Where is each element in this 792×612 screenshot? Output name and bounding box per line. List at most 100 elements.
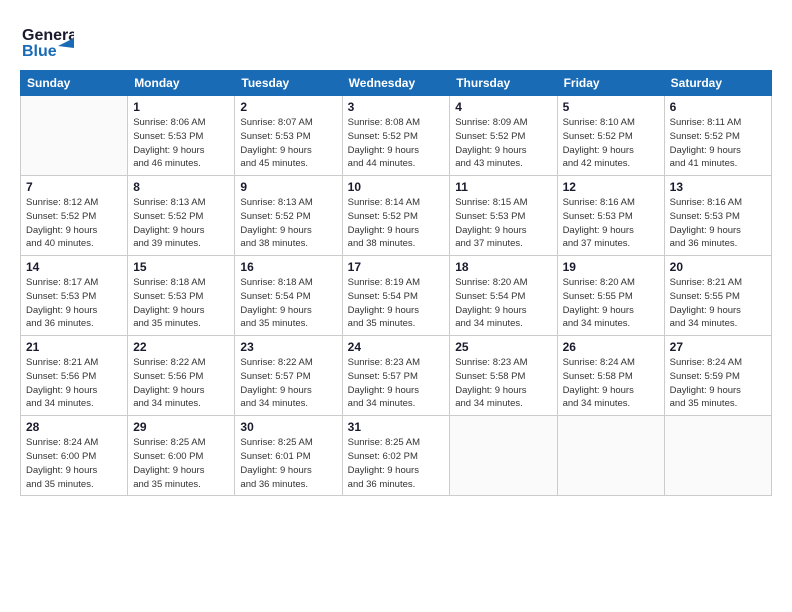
calendar-cell: 23 Sunrise: 8:22 AMSunset: 5:57 PMDayligh… (235, 336, 342, 416)
calendar-cell: 28 Sunrise: 8:24 AMSunset: 6:00 PMDayligh… (21, 416, 128, 496)
day-info: Sunrise: 8:15 AMSunset: 5:53 PMDaylight:… (455, 196, 551, 251)
page: General Blue SundayMondayTuesdayWednesda… (0, 0, 792, 612)
header: General Blue (20, 18, 772, 62)
day-number: 15 (133, 260, 229, 274)
day-info: Sunrise: 8:21 AMSunset: 5:55 PMDaylight:… (670, 276, 766, 331)
calendar-cell: 4Sunrise: 8:09 AMSunset: 5:52 PMDaylight… (450, 96, 557, 176)
day-number: 27 (670, 340, 766, 354)
day-info: Sunrise: 8:20 AMSunset: 5:55 PMDaylight:… (563, 276, 659, 331)
day-number: 2 (240, 100, 336, 114)
day-info: Sunrise: 8:07 AMSunset: 5:53 PMDaylight:… (240, 116, 336, 171)
calendar-week-row: 1 Sunrise: 8:06 AMSunset: 5:53 PMDaylight… (21, 96, 772, 176)
day-number: 10 (348, 180, 445, 194)
day-number: 25 (455, 340, 551, 354)
day-number: 26 (563, 340, 659, 354)
weekday-header-friday: Friday (557, 71, 664, 96)
day-number: 1 (133, 100, 229, 114)
calendar-cell: 25 Sunrise: 8:23 AMSunset: 5:58 PMDayligh… (450, 336, 557, 416)
calendar-week-row: 28 Sunrise: 8:24 AMSunset: 6:00 PMDayligh… (21, 416, 772, 496)
calendar-cell: 30 Sunrise: 8:25 AMSunset: 6:01 PMDayligh… (235, 416, 342, 496)
calendar-cell: 14 Sunrise: 8:17 AMSunset: 5:53 PMDayligh… (21, 256, 128, 336)
day-number: 16 (240, 260, 336, 274)
day-info: Sunrise: 8:18 AMSunset: 5:54 PMDaylight:… (240, 276, 336, 331)
day-number: 19 (563, 260, 659, 274)
day-info: Sunrise: 8:12 AMSunset: 5:52 PMDaylight:… (26, 196, 122, 251)
calendar-cell: 7Sunrise: 8:12 AMSunset: 5:52 PMDaylight… (21, 176, 128, 256)
weekday-header-wednesday: Wednesday (342, 71, 450, 96)
calendar-table: SundayMondayTuesdayWednesdayThursdayFrid… (20, 70, 772, 496)
day-number: 30 (240, 420, 336, 434)
calendar-week-row: 7Sunrise: 8:12 AMSunset: 5:52 PMDaylight… (21, 176, 772, 256)
day-info: Sunrise: 8:24 AMSunset: 5:58 PMDaylight:… (563, 356, 659, 411)
day-number: 17 (348, 260, 445, 274)
day-info: Sunrise: 8:19 AMSunset: 5:54 PMDaylight:… (348, 276, 445, 331)
day-info: Sunrise: 8:25 AMSunset: 6:01 PMDaylight:… (240, 436, 336, 491)
calendar-cell (664, 416, 771, 496)
calendar-cell: 21 Sunrise: 8:21 AMSunset: 5:56 PMDayligh… (21, 336, 128, 416)
day-number: 28 (26, 420, 122, 434)
day-number: 5 (563, 100, 659, 114)
day-info: Sunrise: 8:11 AMSunset: 5:52 PMDaylight:… (670, 116, 766, 171)
day-info: Sunrise: 8:14 AMSunset: 5:52 PMDaylight:… (348, 196, 445, 251)
calendar-cell (557, 416, 664, 496)
calendar-week-row: 14 Sunrise: 8:17 AMSunset: 5:53 PMDayligh… (21, 256, 772, 336)
calendar-cell: 31Sunrise: 8:25 AMSunset: 6:02 PMDayligh… (342, 416, 450, 496)
day-info: Sunrise: 8:06 AMSunset: 5:53 PMDaylight:… (133, 116, 229, 171)
logo: General Blue (20, 18, 74, 62)
day-number: 20 (670, 260, 766, 274)
day-number: 13 (670, 180, 766, 194)
day-info: Sunrise: 8:25 AMSunset: 6:02 PMDaylight:… (348, 436, 445, 491)
day-number: 11 (455, 180, 551, 194)
day-info: Sunrise: 8:23 AMSunset: 5:58 PMDaylight:… (455, 356, 551, 411)
calendar-cell: 13Sunrise: 8:16 AMSunset: 5:53 PMDayligh… (664, 176, 771, 256)
calendar-cell: 6 Sunrise: 8:11 AMSunset: 5:52 PMDaylight… (664, 96, 771, 176)
calendar-cell: 11 Sunrise: 8:15 AMSunset: 5:53 PMDayligh… (450, 176, 557, 256)
day-number: 23 (240, 340, 336, 354)
calendar-cell: 1 Sunrise: 8:06 AMSunset: 5:53 PMDaylight… (128, 96, 235, 176)
day-info: Sunrise: 8:13 AMSunset: 5:52 PMDaylight:… (133, 196, 229, 251)
day-info: Sunrise: 8:20 AMSunset: 5:54 PMDaylight:… (455, 276, 551, 331)
day-info: Sunrise: 8:08 AMSunset: 5:52 PMDaylight:… (348, 116, 445, 171)
weekday-header-thursday: Thursday (450, 71, 557, 96)
calendar-cell: 20 Sunrise: 8:21 AMSunset: 5:55 PMDayligh… (664, 256, 771, 336)
calendar-cell: 5Sunrise: 8:10 AMSunset: 5:52 PMDaylight… (557, 96, 664, 176)
day-info: Sunrise: 8:24 AMSunset: 5:59 PMDaylight:… (670, 356, 766, 411)
day-info: Sunrise: 8:18 AMSunset: 5:53 PMDaylight:… (133, 276, 229, 331)
day-number: 29 (133, 420, 229, 434)
day-info: Sunrise: 8:24 AMSunset: 6:00 PMDaylight:… (26, 436, 122, 491)
day-info: Sunrise: 8:16 AMSunset: 5:53 PMDaylight:… (563, 196, 659, 251)
calendar-cell (450, 416, 557, 496)
weekday-header-row: SundayMondayTuesdayWednesdayThursdayFrid… (21, 71, 772, 96)
svg-text:General: General (22, 27, 74, 44)
day-number: 18 (455, 260, 551, 274)
calendar-cell: 2 Sunrise: 8:07 AMSunset: 5:53 PMDaylight… (235, 96, 342, 176)
calendar-cell: 9 Sunrise: 8:13 AMSunset: 5:52 PMDaylight… (235, 176, 342, 256)
calendar-cell: 8Sunrise: 8:13 AMSunset: 5:52 PMDaylight… (128, 176, 235, 256)
day-number: 14 (26, 260, 122, 274)
calendar-cell: 16 Sunrise: 8:18 AMSunset: 5:54 PMDayligh… (235, 256, 342, 336)
day-info: Sunrise: 8:13 AMSunset: 5:52 PMDaylight:… (240, 196, 336, 251)
svg-text:Blue: Blue (22, 43, 57, 60)
calendar-cell: 3 Sunrise: 8:08 AMSunset: 5:52 PMDaylight… (342, 96, 450, 176)
logo-icon: General Blue (20, 18, 74, 62)
calendar-cell: 27 Sunrise: 8:24 AMSunset: 5:59 PMDayligh… (664, 336, 771, 416)
day-number: 21 (26, 340, 122, 354)
day-info: Sunrise: 8:17 AMSunset: 5:53 PMDaylight:… (26, 276, 122, 331)
calendar-cell: 26 Sunrise: 8:24 AMSunset: 5:58 PMDayligh… (557, 336, 664, 416)
day-info: Sunrise: 8:23 AMSunset: 5:57 PMDaylight:… (348, 356, 445, 411)
calendar-cell: 12Sunrise: 8:16 AMSunset: 5:53 PMDayligh… (557, 176, 664, 256)
calendar-cell: 19 Sunrise: 8:20 AMSunset: 5:55 PMDayligh… (557, 256, 664, 336)
weekday-header-saturday: Saturday (664, 71, 771, 96)
day-number: 9 (240, 180, 336, 194)
calendar-cell: 15 Sunrise: 8:18 AMSunset: 5:53 PMDayligh… (128, 256, 235, 336)
day-number: 3 (348, 100, 445, 114)
weekday-header-tuesday: Tuesday (235, 71, 342, 96)
weekday-header-monday: Monday (128, 71, 235, 96)
day-number: 6 (670, 100, 766, 114)
calendar-cell: 10 Sunrise: 8:14 AMSunset: 5:52 PMDayligh… (342, 176, 450, 256)
day-number: 22 (133, 340, 229, 354)
calendar-cell: 17 Sunrise: 8:19 AMSunset: 5:54 PMDayligh… (342, 256, 450, 336)
day-info: Sunrise: 8:21 AMSunset: 5:56 PMDaylight:… (26, 356, 122, 411)
calendar-cell: 18 Sunrise: 8:20 AMSunset: 5:54 PMDayligh… (450, 256, 557, 336)
day-info: Sunrise: 8:22 AMSunset: 5:57 PMDaylight:… (240, 356, 336, 411)
